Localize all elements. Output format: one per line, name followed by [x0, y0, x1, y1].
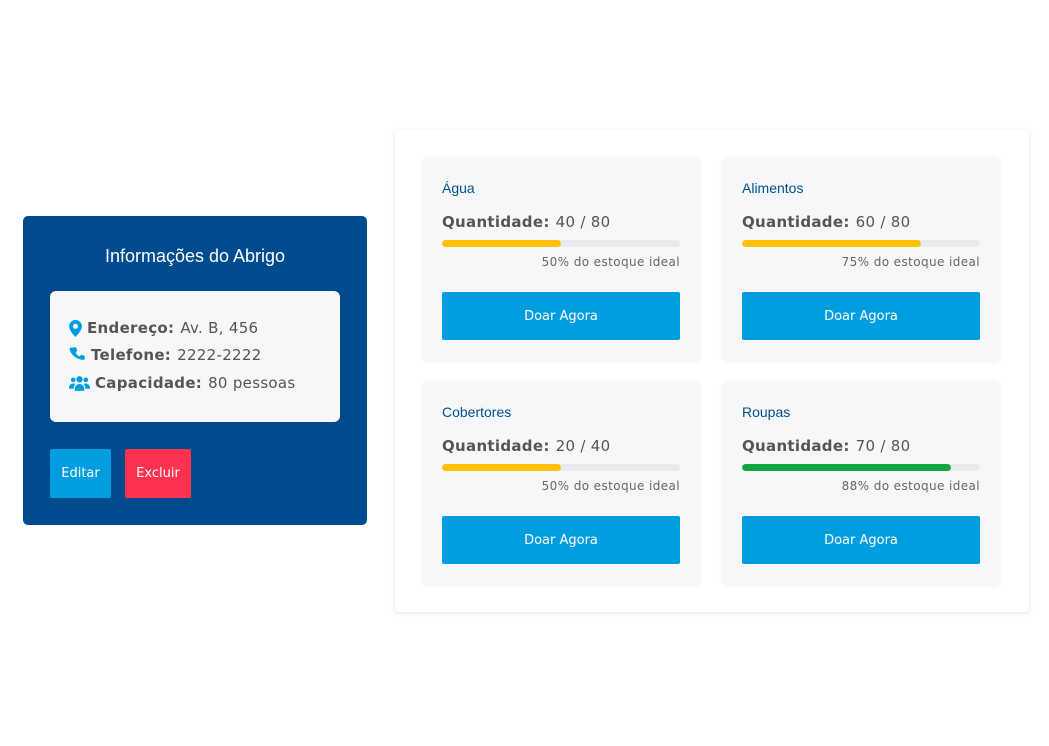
item-name: Água: [442, 180, 475, 196]
phone-label: Telefone:: [91, 346, 172, 364]
quantity-text: Quantidade: 70 / 80: [742, 437, 911, 455]
phone-value: 2222-2222: [177, 346, 262, 364]
quantity-value: 60 / 80: [855, 213, 911, 231]
donate-button[interactable]: Doar Agora: [742, 516, 980, 564]
stock-progress-fill: [742, 464, 952, 471]
donate-button[interactable]: Doar Agora: [742, 292, 980, 340]
quantity-label: Quantidade:: [742, 437, 850, 455]
stock-percent-text: 50% do estoque ideal: [541, 255, 680, 269]
capacity-label: Capacidade:: [95, 374, 203, 392]
stock-progress-fill: [442, 464, 561, 471]
donate-button[interactable]: Doar Agora: [442, 516, 680, 564]
address-row: Endereço: Av. B, 456: [69, 319, 258, 337]
users-icon: [69, 375, 90, 391]
stock-progress-bar: [742, 240, 980, 247]
shelter-title: Informações do Abrigo: [104, 246, 286, 266]
item-name: Cobertores: [442, 404, 512, 420]
quantity-value: 70 / 80: [855, 437, 911, 455]
quantity-label: Quantidade:: [442, 213, 550, 231]
map-pin-icon: [69, 319, 82, 337]
stock-percent-text: 75% do estoque ideal: [841, 255, 980, 269]
item-card-agua: Água Quantidade: 40 / 80 50% do estoque i…: [422, 157, 700, 361]
quantity-value: 20 / 40: [555, 437, 611, 455]
quantity-text: Quantidade: 60 / 80: [742, 213, 911, 231]
quantity-label: Quantidade:: [742, 213, 850, 231]
address-label: Endereço:: [87, 319, 175, 337]
capacity-row: Capacidade: 80 pessoas: [69, 374, 296, 392]
stock-percent-text: 88% do estoque ideal: [841, 479, 980, 493]
stock-progress-fill: [742, 240, 921, 247]
item-name: Alimentos: [742, 180, 804, 196]
item-card-roupas: Roupas Quantidade: 70 / 80 88% do estoque…: [722, 381, 1000, 585]
stock-progress-bar: [442, 240, 680, 247]
stock-progress-bar: [742, 464, 980, 471]
stock-progress-fill: [442, 240, 561, 247]
donations-panel: Água Quantidade: 40 / 80 50% do estoque i…: [395, 130, 1029, 612]
capacity-value: 80 pessoas: [208, 374, 296, 392]
delete-button[interactable]: Excluir: [125, 449, 191, 498]
item-card-cobertores: Cobertores Quantidade: 20 / 40 50% do est…: [422, 381, 700, 585]
shelter-info-box: Endereço: Av. B, 456 Telefone: 2222-2222: [50, 291, 340, 422]
donate-button[interactable]: Doar Agora: [442, 292, 680, 340]
edit-button[interactable]: Editar: [50, 449, 111, 498]
phone-row: Telefone: 2222-2222: [69, 346, 262, 364]
stock-percent-text: 50% do estoque ideal: [541, 479, 680, 493]
quantity-text: Quantidade: 20 / 40: [442, 437, 611, 455]
stock-progress-bar: [442, 464, 680, 471]
item-name: Roupas: [742, 404, 791, 420]
phone-icon: [69, 347, 86, 363]
item-card-alimentos: Alimentos Quantidade: 60 / 80 75% do esto…: [722, 157, 1000, 361]
quantity-label: Quantidade:: [442, 437, 550, 455]
shelter-card: Informações do Abrigo Endereço: Av. B, 4…: [23, 216, 367, 525]
address-value: Av. B, 456: [180, 319, 259, 337]
quantity-text: Quantidade: 40 / 80: [442, 213, 611, 231]
quantity-value: 40 / 80: [555, 213, 611, 231]
